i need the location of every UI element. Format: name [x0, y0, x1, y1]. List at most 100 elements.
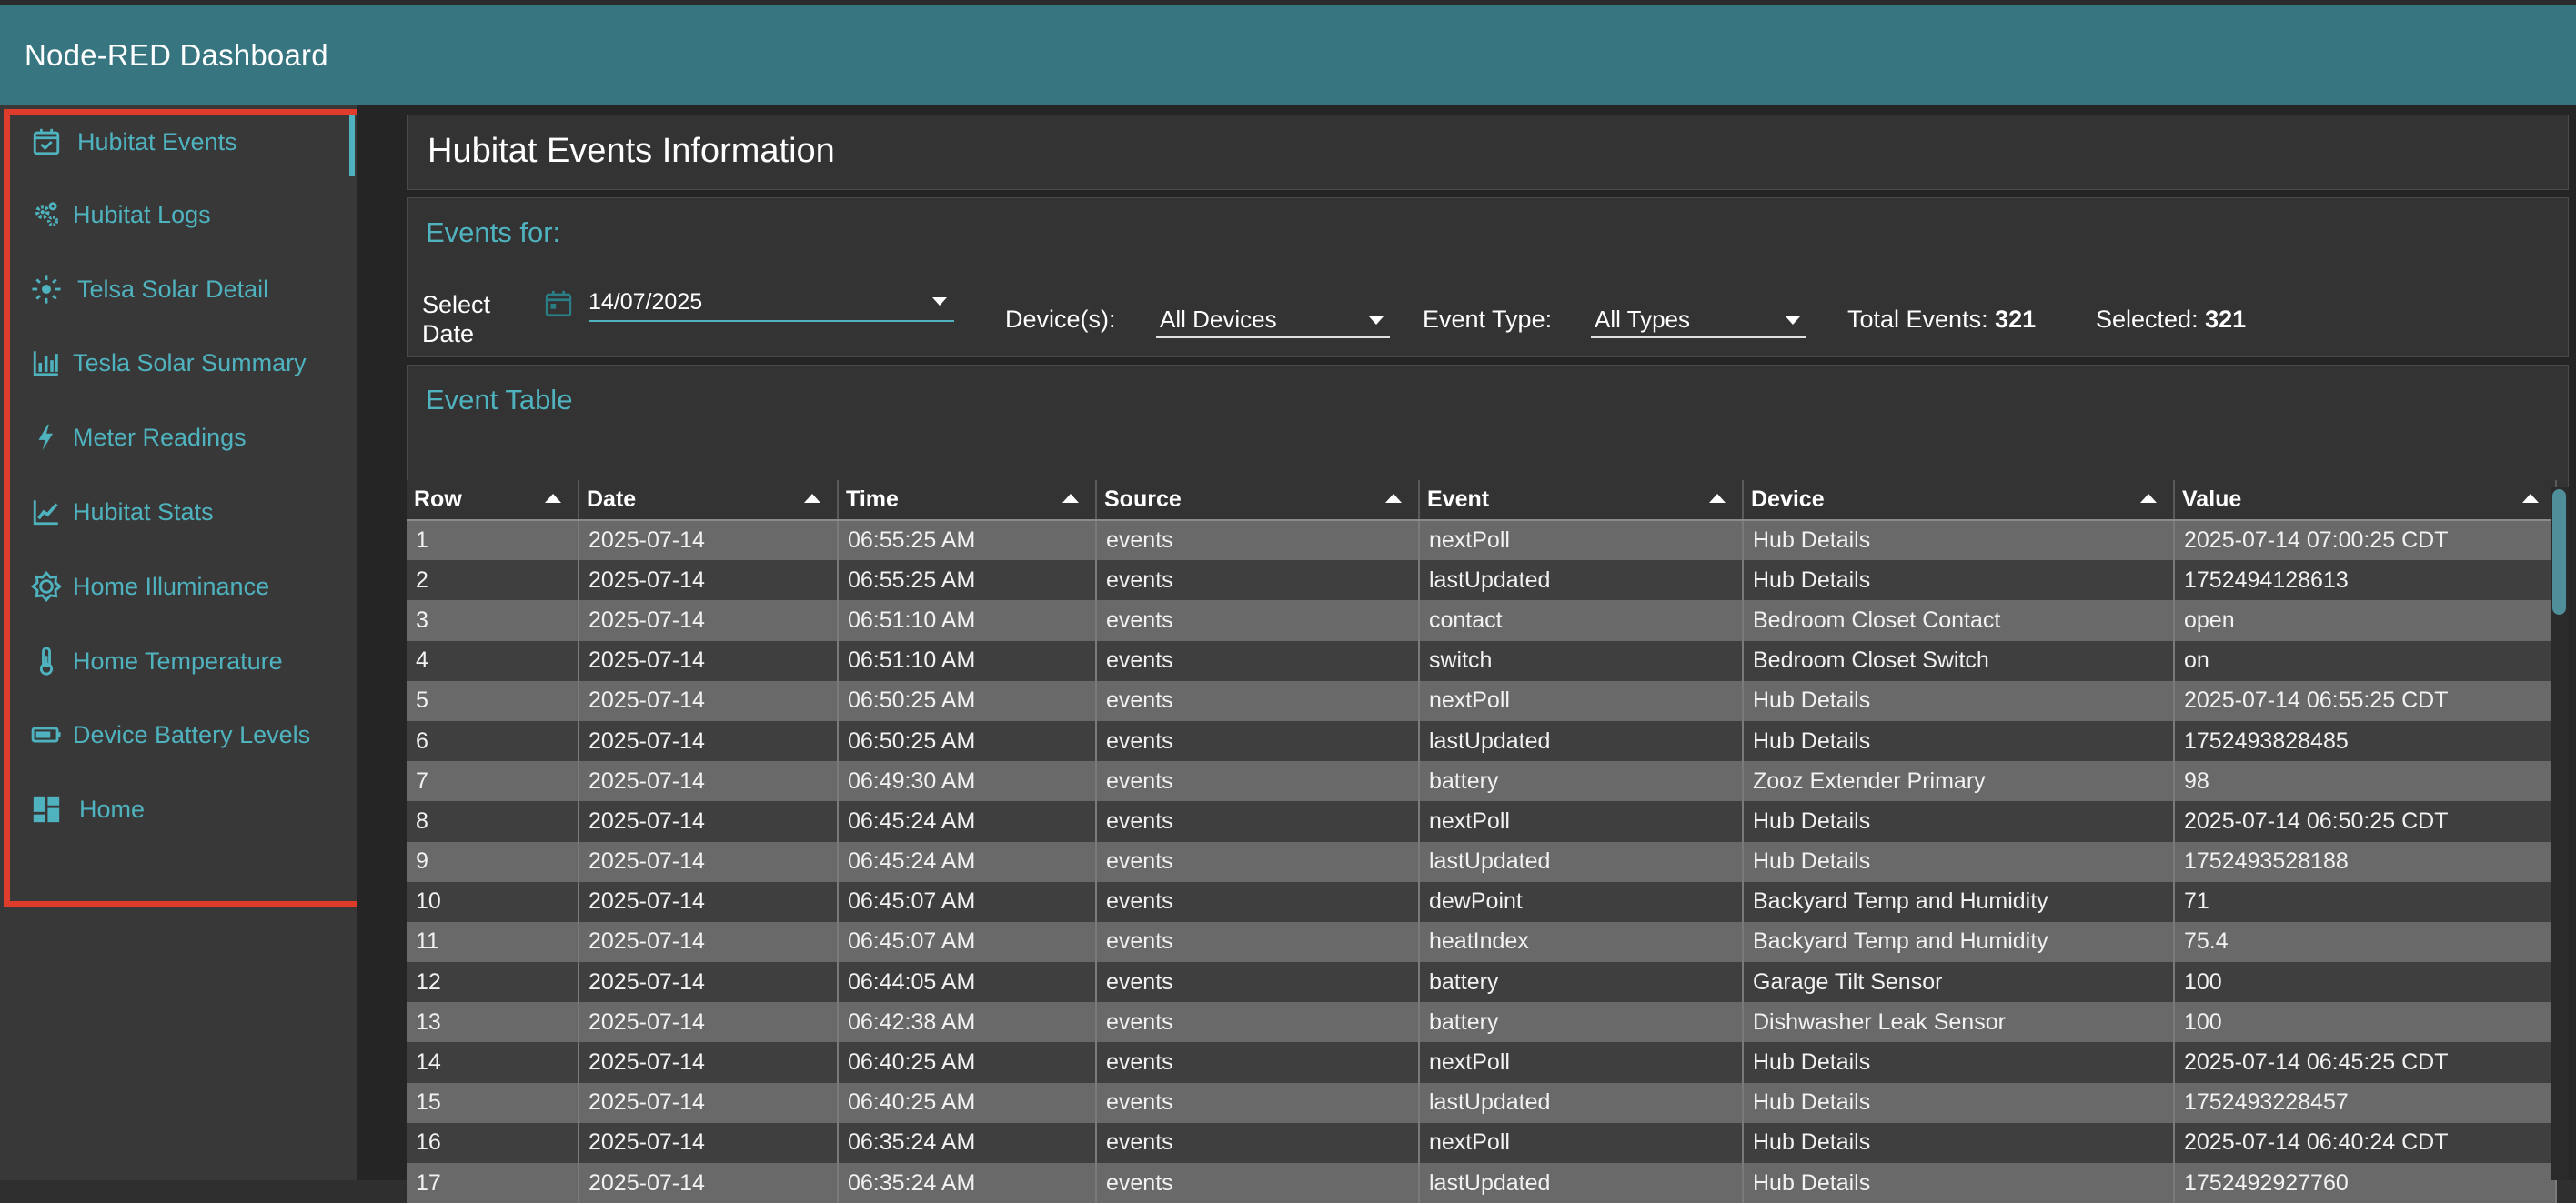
column-header-row[interactable]: Row: [407, 480, 579, 521]
table-cell-time: 06:40:25 AM: [838, 1042, 1097, 1083]
table-cell-event: contact: [1419, 600, 1744, 641]
column-header-date[interactable]: Date: [579, 480, 839, 521]
table-row[interactable]: 13 2025-07-14 06:42:38 AM events battery Dish…: [407, 1002, 2557, 1043]
table-cell-value: 1752493528188: [2174, 841, 2557, 882]
table-cell-row: 17: [407, 1163, 579, 1203]
table-cell-time: 06:45:24 AM: [838, 841, 1097, 882]
total-events-count: 321: [1995, 306, 2037, 333]
table-cell-date: 2025-07-14: [579, 520, 839, 561]
table-cell-value: 75.4: [2174, 921, 2557, 963]
sidebar-item-label: Home Temperature: [73, 647, 283, 675]
table-cell-device: Hub Details: [1743, 801, 2175, 842]
sort-asc-icon: [2522, 494, 2539, 503]
table-row[interactable]: 5 2025-07-14 06:50:25 AM events nextPoll Hub …: [407, 680, 2557, 721]
devices-value: All Devices: [1160, 306, 1277, 333]
total-events: Total Events: 321: [1847, 306, 2037, 333]
table-row[interactable]: 9 2025-07-14 06:45:24 AM events lastUpdated H…: [407, 841, 2557, 882]
table-cell-value: 1752493828485: [2174, 720, 2557, 762]
table-cell-date: 2025-07-14: [579, 1082, 839, 1123]
table-cell-date: 2025-07-14: [579, 801, 839, 842]
sidebar-item-hubitat-stats[interactable]: Hubitat Stats: [0, 480, 357, 544]
table-row[interactable]: 11 2025-07-14 06:45:07 AM events heatIndex Ba…: [407, 921, 2557, 963]
table-cell-event: nextPoll: [1419, 520, 1744, 561]
table-row[interactable]: 10 2025-07-14 06:45:07 AM events dewPoint Bac…: [407, 881, 2557, 922]
sidebar-item-label: Home Illuminance: [73, 572, 270, 600]
devices-select[interactable]: All Devices: [1156, 300, 1390, 338]
table-row[interactable]: 16 2025-07-14 06:35:24 AM events nextPoll Hub…: [407, 1122, 2557, 1163]
sidebar-item-hubitat-events[interactable]: Hubitat Events: [0, 110, 357, 174]
table-cell-date: 2025-07-14: [579, 921, 839, 963]
table-row[interactable]: 1 2025-07-14 06:55:25 AM events nextPoll Hub …: [407, 520, 2557, 561]
column-header-event[interactable]: Event: [1419, 480, 1744, 521]
sidebar-item-telsa-solar-detail[interactable]: Telsa Solar Detail: [0, 257, 357, 321]
table-cell-event: nextPoll: [1419, 680, 1744, 721]
table-cell-device: Hub Details: [1743, 1122, 2175, 1163]
table-cell-date: 2025-07-14: [579, 640, 839, 681]
column-header-source[interactable]: Source: [1096, 480, 1420, 521]
table-scrollbar-thumb[interactable]: [2552, 489, 2566, 615]
table-row[interactable]: 14 2025-07-14 06:40:25 AM events nextPoll Hub…: [407, 1042, 2557, 1083]
column-header-value[interactable]: Value: [2174, 480, 2557, 521]
table-cell-source: events: [1096, 1163, 1420, 1203]
table-cell-value: 1752493228457: [2174, 1082, 2557, 1123]
sidebar-item-label: Device Battery Levels: [73, 720, 311, 748]
table-cell-event: heatIndex: [1419, 921, 1744, 963]
gears-icon: [28, 196, 65, 233]
table-cell-source: events: [1096, 600, 1420, 641]
table-row[interactable]: 17 2025-07-14 06:35:24 AM events lastUpdated…: [407, 1163, 2557, 1203]
brightness-icon: [28, 568, 65, 605]
table-cell-device: Dishwasher Leak Sensor: [1743, 1002, 2175, 1043]
sidebar-item-home[interactable]: Home: [0, 777, 357, 841]
table-cell-date: 2025-07-14: [579, 962, 839, 1003]
table-row[interactable]: 7 2025-07-14 06:49:30 AM events battery Zooz …: [407, 761, 2557, 802]
table-cell-device: Bedroom Closet Switch: [1743, 640, 2175, 681]
table-cell-date: 2025-07-14: [579, 720, 839, 762]
table-cell-date: 2025-07-14: [579, 560, 839, 601]
table-cell-event: battery: [1419, 1002, 1744, 1043]
table-cell-source: events: [1096, 841, 1420, 882]
event-type-select[interactable]: All Types: [1591, 300, 1806, 338]
table-cell-row: 11: [407, 921, 579, 963]
table-cell-device: Backyard Temp and Humidity: [1743, 881, 2175, 922]
table-cell-source: events: [1096, 1122, 1420, 1163]
sidebar-item-device-battery-levels[interactable]: Device Battery Levels: [0, 703, 357, 767]
sidebar-item-hubitat-logs[interactable]: Hubitat Logs: [0, 183, 357, 246]
table-cell-value: 71: [2174, 881, 2557, 922]
page-title: Hubitat Events Information: [428, 132, 835, 170]
date-picker-field[interactable]: 14/07/2025: [589, 286, 954, 322]
sidebar-item-meter-readings[interactable]: Meter Readings: [0, 406, 357, 469]
table-row[interactable]: 2 2025-07-14 06:55:25 AM events lastUpdated H…: [407, 560, 2557, 601]
column-header-device[interactable]: Device: [1743, 480, 2175, 521]
event-type-label: Event Type:: [1423, 306, 1553, 333]
table-row[interactable]: 15 2025-07-14 06:40:25 AM events lastUpdated…: [407, 1082, 2557, 1123]
table-cell-row: 16: [407, 1122, 579, 1163]
bar-chart-icon: [28, 345, 65, 381]
sidebar-item-home-illuminance[interactable]: Home Illuminance: [0, 555, 357, 618]
table-row[interactable]: 8 2025-07-14 06:45:24 AM events nextPoll Hub …: [407, 801, 2557, 842]
table-row[interactable]: 3 2025-07-14 06:51:10 AM events contact Bedro…: [407, 600, 2557, 641]
sidebar-item-label: Hubitat Logs: [73, 200, 211, 228]
table-cell-time: 06:50:25 AM: [838, 720, 1097, 762]
table-cell-value: 100: [2174, 962, 2557, 1003]
sort-asc-icon: [1062, 494, 1079, 503]
sidebar-item-label: Telsa Solar Detail: [77, 275, 269, 303]
sidebar-item-label: Meter Readings: [73, 423, 247, 451]
sidebar-item-home-temperature[interactable]: Home Temperature: [0, 629, 357, 693]
chevron-down-icon: [1786, 316, 1800, 325]
calendar-icon[interactable]: [543, 288, 574, 319]
event-table: Row Date Time Source Event Device Value …: [407, 480, 2557, 1203]
table-cell-source: events: [1096, 720, 1420, 762]
table-row[interactable]: 12 2025-07-14 06:44:05 AM events battery Gara…: [407, 962, 2557, 1003]
table-cell-value: 2025-07-14 06:55:25 CDT: [2174, 680, 2557, 721]
table-cell-device: Hub Details: [1743, 680, 2175, 721]
table-cell-time: 06:51:10 AM: [838, 640, 1097, 681]
column-header-time[interactable]: Time: [838, 480, 1097, 521]
sort-asc-icon: [545, 494, 561, 503]
table-row[interactable]: 4 2025-07-14 06:51:10 AM events switch Bedroo…: [407, 640, 2557, 681]
sidebar-item-tesla-solar-summary[interactable]: Tesla Solar Summary: [0, 331, 357, 395]
table-cell-time: 06:45:24 AM: [838, 801, 1097, 842]
table-cell-value: 1752492927760: [2174, 1163, 2557, 1203]
table-row[interactable]: 6 2025-07-14 06:50:25 AM events lastUpdated H…: [407, 720, 2557, 762]
sort-asc-icon: [1385, 494, 1402, 503]
table-cell-date: 2025-07-14: [579, 1122, 839, 1163]
